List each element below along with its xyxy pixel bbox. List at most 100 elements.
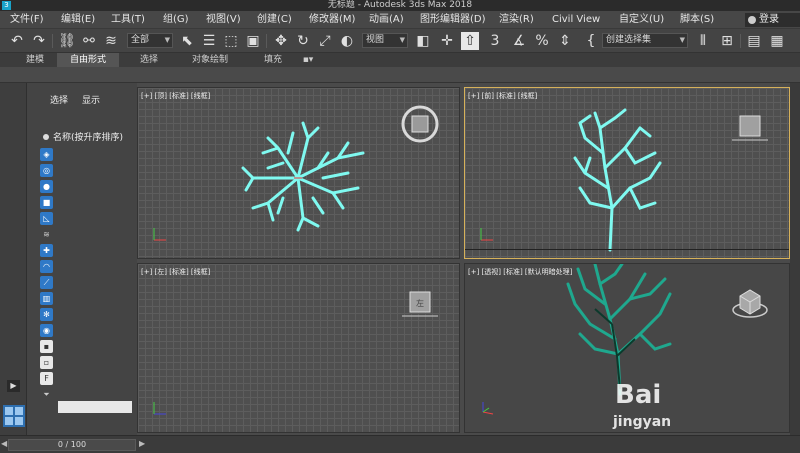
align-icon[interactable]: ⊞ [718, 32, 736, 50]
viewport-perspective[interactable]: [+] [透视] [标准] [默认明暗处理] Bai jingyan [464, 263, 790, 433]
spinner-snap-icon[interactable]: ⇕ [556, 32, 574, 50]
tab-freeform[interactable]: 自由形式 [57, 53, 119, 67]
viewcube[interactable] [730, 106, 770, 146]
chevron-left-icon[interactable]: ◀ [1, 439, 7, 448]
layer-icon[interactable]: ▤ [745, 32, 763, 50]
selection-filter-dropdown[interactable]: 全部 ▼ [127, 33, 173, 48]
menu-edit[interactable]: 编辑(E) [61, 11, 95, 29]
tab-select[interactable]: 选择 [50, 93, 68, 106]
viewport-label[interactable]: [+] [左] [标准] [线框] [141, 267, 210, 277]
window-crossing-icon[interactable]: ▣ [244, 32, 262, 50]
invert-display-icon[interactable]: F [40, 372, 53, 385]
named-set-icon[interactable]: { [582, 32, 600, 50]
axis-tripod-icon [153, 402, 166, 415]
window-title: 无标题 - Autodesk 3ds Max 2018 [327, 0, 473, 10]
tree-perspective-view[interactable] [560, 264, 680, 399]
redo-icon[interactable]: ↷ [30, 32, 48, 50]
spacewarp-filter-icon[interactable]: ≋ [40, 228, 53, 241]
group-filter-icon[interactable]: ✚ [40, 244, 53, 257]
container-filter-icon[interactable]: ▥ [40, 292, 53, 305]
sort-icon [43, 134, 49, 140]
menu-modifiers[interactable]: 修改器(M) [309, 11, 355, 29]
pivot-icon[interactable]: ◧ [414, 32, 432, 50]
title-bar: 3 无标题 - Autodesk 3ds Max 2018 [0, 0, 800, 11]
menu-customize[interactable]: 自定义(U) [619, 11, 664, 29]
display-none-icon[interactable]: ▫ [40, 356, 53, 369]
column-header-name[interactable]: 名称(按升序排序) [43, 130, 123, 143]
funnel-icon[interactable]: ⏷ [40, 388, 53, 401]
viewport-label[interactable]: [+] [顶] [标准] [线框] [141, 91, 210, 101]
bind-spacewarp-icon[interactable]: ≋ [102, 32, 120, 50]
menu-bar: 文件(F) 编辑(E) 工具(T) 组(G) 视图(V) 创建(C) 修改器(M… [0, 11, 800, 29]
search-input[interactable] [58, 401, 132, 413]
viewport-area: [+] [顶] [标准] [线框] [+] [前] [标准] [线框] [+] … [137, 83, 790, 435]
viewcube-face-label: 左 [416, 298, 424, 308]
geometry-filter-icon[interactable]: ◈ [40, 148, 53, 161]
viewport-front[interactable]: [+] [前] [标准] [线框] [464, 87, 790, 259]
display-all-icon[interactable]: ▪ [40, 340, 53, 353]
play-icon[interactable]: ▶ [7, 380, 20, 392]
named-selection-value: 创建选择集 [606, 35, 652, 45]
rect-region-icon[interactable]: ⬚ [222, 32, 240, 50]
keyboard-shortcut-icon[interactable]: ⇧ [461, 32, 479, 50]
snap-icon[interactable]: 3 [486, 32, 504, 50]
angle-snap-icon[interactable]: ∡ [510, 32, 528, 50]
helper-filter-icon[interactable]: ◺ [40, 212, 53, 225]
unlink-icon[interactable]: ⚯ [80, 32, 98, 50]
menu-group[interactable]: 组(G) [163, 11, 189, 29]
visibility-filter-icon[interactable]: ◉ [40, 324, 53, 337]
move-icon[interactable]: ✥ [272, 32, 290, 50]
menu-graph-editors[interactable]: 图形编辑器(D) [420, 11, 486, 29]
mirror-icon[interactable]: ⫴ [694, 32, 712, 50]
xref-filter-icon[interactable]: ◠ [40, 260, 53, 273]
right-strip [790, 83, 800, 435]
light-filter-icon[interactable]: ● [40, 180, 53, 193]
manipulate-icon[interactable]: ✛ [438, 32, 456, 50]
viewport-layout-button[interactable] [3, 405, 25, 427]
chevron-right-icon[interactable]: ▶ [139, 439, 145, 448]
menu-view[interactable]: 视图(V) [206, 11, 241, 29]
main-toolbar: ↶ ↷ ⛓ ⚯ ≋ 全部 ▼ ⬉ ☰ ⬚ ▣ ✥ ↻ ⤢ ◐ 视图 ▼ ◧ ✛ … [0, 29, 800, 53]
select-by-name-icon[interactable]: ☰ [200, 32, 218, 50]
shape-filter-icon[interactable]: ◎ [40, 164, 53, 177]
menu-animation[interactable]: 动画(A) [369, 11, 404, 29]
viewport-top[interactable]: [+] [顶] [标准] [线框] [137, 87, 460, 259]
undo-icon[interactable]: ↶ [8, 32, 26, 50]
bone-filter-icon[interactable]: ⟋ [40, 276, 53, 289]
menu-create[interactable]: 创建(C) [257, 11, 292, 29]
tab-modeling[interactable]: 建模 [22, 53, 48, 67]
tree-front-view[interactable] [570, 108, 670, 253]
named-selection-dropdown[interactable]: 创建选择集 ▼ [602, 33, 688, 48]
reference-coord-dropdown[interactable]: 视图 ▼ [362, 33, 408, 48]
select-icon[interactable]: ⬉ [178, 32, 196, 50]
viewcube[interactable] [400, 104, 440, 144]
tree-top-view[interactable] [238, 108, 378, 238]
viewcube[interactable]: 左 [400, 282, 440, 322]
tab-display[interactable]: 显示 [82, 93, 100, 106]
time-slider: ◀ 0 / 100 ▶ [0, 435, 800, 453]
viewport-label[interactable]: [+] [透视] [标准] [默认明暗处理] [468, 267, 572, 277]
rotate-icon[interactable]: ↻ [294, 32, 312, 50]
tab-selection[interactable]: 选择 [134, 53, 164, 67]
ribbon-options-icon[interactable]: ▪▾ [300, 53, 316, 67]
menu-tools[interactable]: 工具(T) [111, 11, 145, 29]
time-slider-handle[interactable]: 0 / 100 [8, 439, 136, 451]
viewport-left[interactable]: [+] [左] [标准] [线框] 左 [137, 263, 460, 433]
percent-snap-icon[interactable]: % [533, 32, 551, 50]
viewport-label[interactable]: [+] [前] [标准] [线框] [468, 91, 537, 101]
tab-populate[interactable]: 填充 [258, 53, 288, 67]
menu-rendering[interactable]: 渲染(R) [499, 11, 534, 29]
scale-icon[interactable]: ⤢ [316, 32, 334, 50]
viewcube[interactable] [730, 282, 770, 322]
tab-object-paint[interactable]: 对象绘制 [188, 53, 232, 67]
place-icon[interactable]: ◐ [338, 32, 356, 50]
link-icon[interactable]: ⛓ [58, 32, 76, 50]
menu-file[interactable]: 文件(F) [10, 11, 44, 29]
menu-civil-view[interactable]: Civil View [552, 11, 600, 29]
menu-scripting[interactable]: 脚本(S) [680, 11, 714, 29]
ribbon: 建模 自由形式 选择 对象绘制 填充 ▪▾ [0, 53, 800, 67]
login-button[interactable]: 登录 [745, 13, 800, 27]
scene-explorer-icon[interactable]: ▦ [768, 32, 786, 50]
particle-filter-icon[interactable]: ✻ [40, 308, 53, 321]
camera-filter-icon[interactable]: ■ [40, 196, 53, 209]
